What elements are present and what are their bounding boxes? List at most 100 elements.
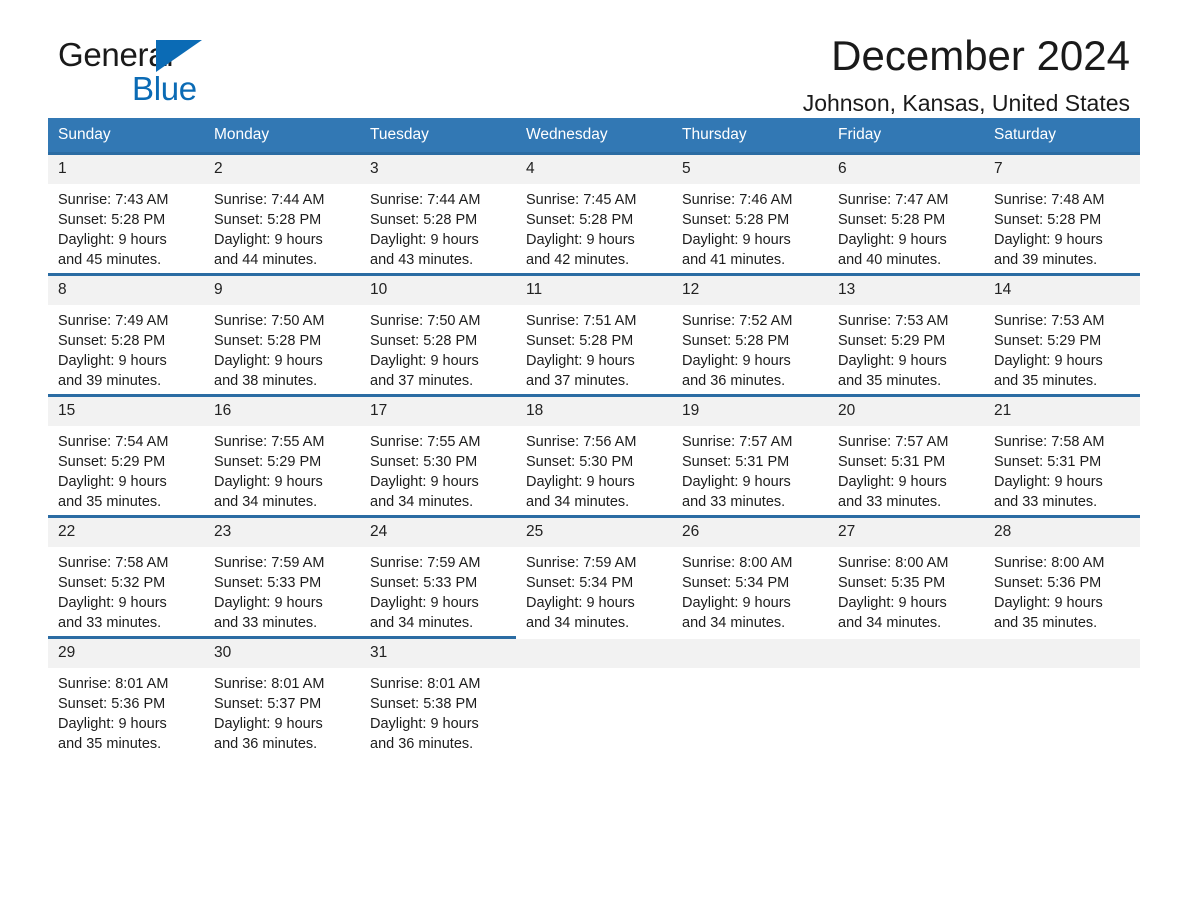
calendar-day-cell[interactable]: 29 Sunrise: 8:01 AM Sunset: 5:36 PM Dayligh… [48,636,204,757]
day-details: Sunrise: 7:57 AM Sunset: 5:31 PM Daylight:… [672,426,828,512]
daylight-text-line1: Daylight: 9 hours [370,353,479,369]
calendar-day-cell[interactable]: 4 Sunrise: 7:45 AM Sunset: 5:28 PM Daylight… [516,152,672,275]
daylight-text-line2: and 35 minutes. [838,373,942,389]
general-blue-logo[interactable]: General Blue [58,38,358,118]
daylight-text-line2: and 33 minutes. [838,494,942,510]
sunset-text: Sunset: 5:28 PM [214,212,322,228]
calendar-day-cell[interactable]: 16 Sunrise: 7:55 AM Sunset: 5:29 PM Dayligh… [204,394,360,517]
calendar-day-cell[interactable]: 26 Sunrise: 8:00 AM Sunset: 5:34 PM Dayligh… [672,515,828,638]
calendar-day-cell[interactable]: 7 Sunrise: 7:48 AM Sunset: 5:28 PM Daylight… [984,152,1140,275]
day-details: Sunrise: 7:47 AM Sunset: 5:28 PM Daylight:… [828,184,984,270]
daylight-text-line2: and 43 minutes. [370,252,474,268]
sunrise-text: Sunrise: 7:59 AM [214,555,325,571]
daylight-text-line1: Daylight: 9 hours [682,474,791,490]
daylight-text-line2: and 33 minutes. [214,615,318,631]
calendar-day-cell[interactable]: 1 Sunrise: 7:43 AM Sunset: 5:28 PM Daylight… [48,152,204,275]
day-details: Sunrise: 7:52 AM Sunset: 5:28 PM Daylight:… [672,305,828,391]
calendar-day-cell[interactable]: 21 Sunrise: 7:58 AM Sunset: 5:31 PM Dayligh… [984,394,1140,517]
daylight-text-line2: and 33 minutes. [994,494,1098,510]
calendar-day-cell-empty [672,636,828,757]
calendar-day-cell[interactable]: 27 Sunrise: 8:00 AM Sunset: 5:35 PM Dayligh… [828,515,984,638]
sunset-text: Sunset: 5:28 PM [682,212,790,228]
daylight-text-line2: and 42 minutes. [526,252,630,268]
calendar-day-cell[interactable]: 19 Sunrise: 7:57 AM Sunset: 5:31 PM Dayligh… [672,394,828,517]
day-details: Sunrise: 7:53 AM Sunset: 5:29 PM Daylight:… [828,305,984,391]
calendar-day-cell[interactable]: 20 Sunrise: 7:57 AM Sunset: 5:31 PM Dayligh… [828,394,984,517]
day-number: 16 [204,397,360,426]
calendar-day-cell[interactable]: 5 Sunrise: 7:46 AM Sunset: 5:28 PM Daylight… [672,152,828,275]
calendar-day-cell[interactable]: 9 Sunrise: 7:50 AM Sunset: 5:28 PM Daylight… [204,273,360,396]
calendar-header-row-group: Sunday Monday Tuesday Wednesday Thursday… [48,118,1140,154]
day-number: 20 [828,397,984,426]
daylight-text-line1: Daylight: 9 hours [994,353,1103,369]
sunset-text: Sunset: 5:28 PM [994,212,1102,228]
sunset-text: Sunset: 5:35 PM [838,575,946,591]
daylight-text-line1: Daylight: 9 hours [214,716,323,732]
page-subtitle: Johnson, Kansas, United States [802,90,1130,116]
sunset-text: Sunset: 5:36 PM [58,696,166,712]
day-details: Sunrise: 7:54 AM Sunset: 5:29 PM Daylight:… [48,426,204,512]
calendar-day-cell[interactable]: 13 Sunrise: 7:53 AM Sunset: 5:29 PM Dayligh… [828,273,984,396]
day-number [984,639,1140,668]
calendar-day-cell[interactable]: 23 Sunrise: 7:59 AM Sunset: 5:33 PM Dayligh… [204,515,360,638]
daylight-text-line1: Daylight: 9 hours [994,595,1103,611]
daylight-text-line2: and 40 minutes. [838,252,942,268]
sunrise-text: Sunrise: 7:59 AM [370,555,481,571]
calendar-day-cell[interactable]: 28 Sunrise: 8:00 AM Sunset: 5:36 PM Dayligh… [984,515,1140,638]
calendar-day-cell[interactable]: 12 Sunrise: 7:52 AM Sunset: 5:28 PM Dayligh… [672,273,828,396]
day-details: Sunrise: 8:01 AM Sunset: 5:38 PM Daylight:… [360,668,516,754]
sunset-text: Sunset: 5:28 PM [58,333,166,349]
daylight-text-line2: and 36 minutes. [214,736,318,752]
calendar-day-cell[interactable]: 25 Sunrise: 7:59 AM Sunset: 5:34 PM Dayligh… [516,515,672,638]
day-number: 21 [984,397,1140,426]
calendar-day-cell[interactable]: 30 Sunrise: 8:01 AM Sunset: 5:37 PM Dayligh… [204,636,360,757]
calendar-week-row: 8 Sunrise: 7:49 AM Sunset: 5:28 PM Daylight… [48,273,1140,396]
triangle-icon [156,40,202,72]
calendar-day-cell[interactable]: 17 Sunrise: 7:55 AM Sunset: 5:30 PM Dayligh… [360,394,516,517]
calendar-day-cell-empty [516,636,672,757]
day-details: Sunrise: 7:55 AM Sunset: 5:30 PM Daylight:… [360,426,516,512]
day-number: 10 [360,276,516,305]
day-number: 13 [828,276,984,305]
day-number: 27 [828,518,984,547]
weekday-header-saturday: Saturday [984,118,1140,154]
daylight-text-line2: and 35 minutes. [994,373,1098,389]
day-details: Sunrise: 7:48 AM Sunset: 5:28 PM Daylight:… [984,184,1140,270]
calendar-day-cell[interactable]: 11 Sunrise: 7:51 AM Sunset: 5:28 PM Dayligh… [516,273,672,396]
sunset-text: Sunset: 5:29 PM [58,454,166,470]
day-details: Sunrise: 7:58 AM Sunset: 5:32 PM Daylight:… [48,547,204,633]
calendar-day-cell[interactable]: 18 Sunrise: 7:56 AM Sunset: 5:30 PM Dayligh… [516,394,672,517]
calendar-day-cell[interactable]: 3 Sunrise: 7:44 AM Sunset: 5:28 PM Daylight… [360,152,516,275]
calendar-day-cell[interactable]: 2 Sunrise: 7:44 AM Sunset: 5:28 PM Daylight… [204,152,360,275]
day-number [516,639,672,668]
sunset-text: Sunset: 5:33 PM [214,575,322,591]
day-number [828,639,984,668]
day-number: 29 [48,639,204,668]
daylight-text-line1: Daylight: 9 hours [370,474,479,490]
day-number: 23 [204,518,360,547]
sunset-text: Sunset: 5:29 PM [838,333,946,349]
calendar-day-cell[interactable]: 22 Sunrise: 7:58 AM Sunset: 5:32 PM Dayligh… [48,515,204,638]
calendar-day-cell[interactable]: 14 Sunrise: 7:53 AM Sunset: 5:29 PM Dayligh… [984,273,1140,396]
calendar-day-cell[interactable]: 31 Sunrise: 8:01 AM Sunset: 5:38 PM Dayligh… [360,636,516,757]
calendar-day-cell[interactable]: 8 Sunrise: 7:49 AM Sunset: 5:28 PM Daylight… [48,273,204,396]
daylight-text-line2: and 37 minutes. [526,373,630,389]
daylight-text-line1: Daylight: 9 hours [838,232,947,248]
sunrise-text: Sunrise: 8:01 AM [370,676,481,692]
calendar-day-cell[interactable]: 6 Sunrise: 7:47 AM Sunset: 5:28 PM Daylight… [828,152,984,275]
daylight-text-line2: and 37 minutes. [370,373,474,389]
calendar-day-cell[interactable]: 10 Sunrise: 7:50 AM Sunset: 5:28 PM Dayligh… [360,273,516,396]
day-details: Sunrise: 7:50 AM Sunset: 5:28 PM Daylight:… [204,305,360,391]
sunset-text: Sunset: 5:28 PM [370,212,478,228]
day-details: Sunrise: 7:44 AM Sunset: 5:28 PM Daylight:… [204,184,360,270]
calendar-day-cell[interactable]: 24 Sunrise: 7:59 AM Sunset: 5:33 PM Dayligh… [360,515,516,638]
daylight-text-line1: Daylight: 9 hours [214,353,323,369]
sunrise-text: Sunrise: 7:57 AM [682,434,793,450]
weekday-header-friday: Friday [828,118,984,154]
sunset-text: Sunset: 5:37 PM [214,696,322,712]
daylight-text-line1: Daylight: 9 hours [526,595,635,611]
sunrise-text: Sunrise: 8:00 AM [682,555,793,571]
calendar-day-cell[interactable]: 15 Sunrise: 7:54 AM Sunset: 5:29 PM Dayligh… [48,394,204,517]
daylight-text-line1: Daylight: 9 hours [994,474,1103,490]
sunrise-text: Sunrise: 7:46 AM [682,192,793,208]
